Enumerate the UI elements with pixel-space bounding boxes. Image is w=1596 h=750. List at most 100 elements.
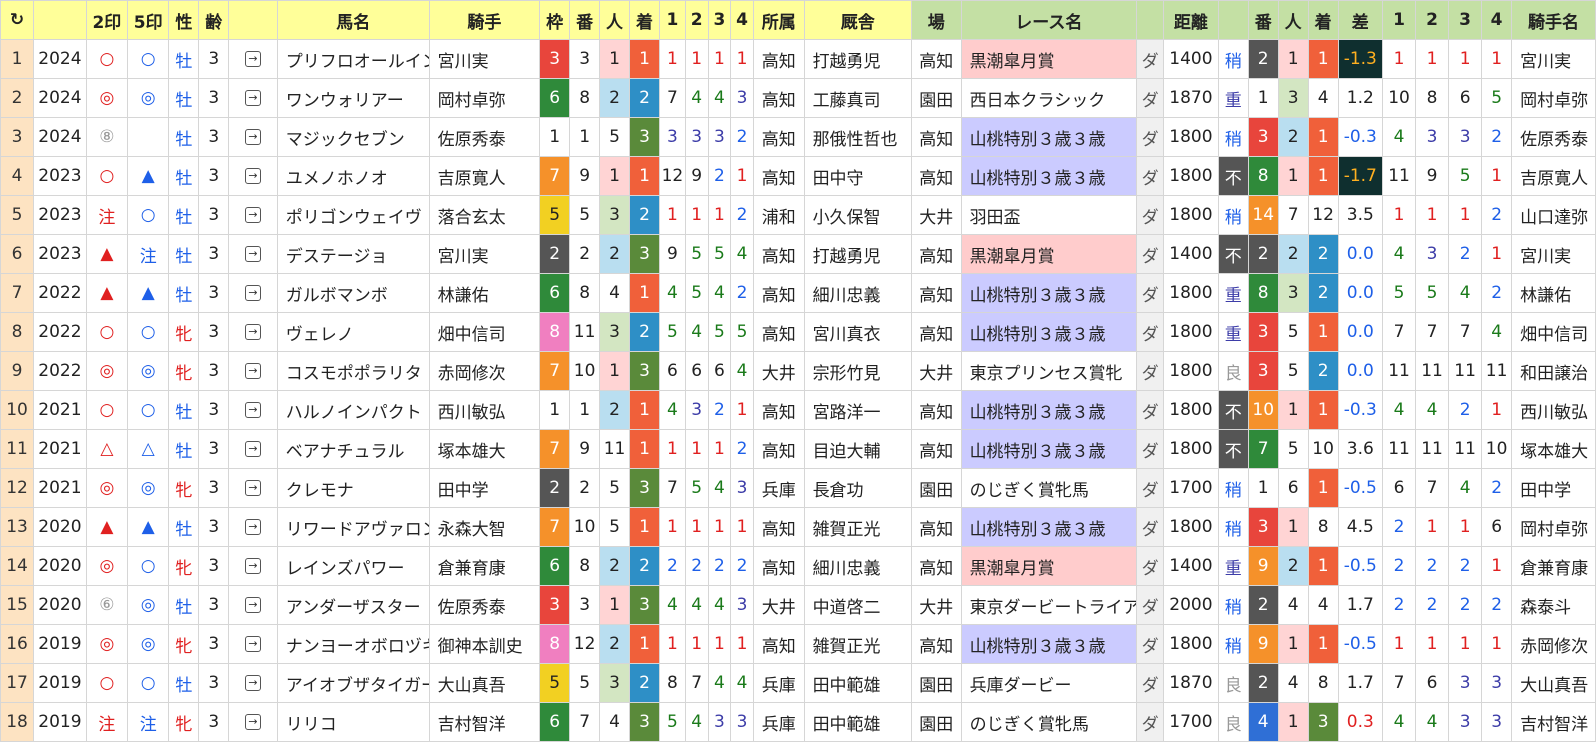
- table-row[interactable]: 2 2024 ◎ ◎ 牡 3 → ワンウォリアー 岡村卓弥 6 8 2 2 7 4 4 3 高知 工藤真司 園田 西日本…: [0, 78, 1596, 118]
- race-name-cell[interactable]: 東京プリンセス賞牝: [960, 351, 1138, 391]
- race-name-cell[interactable]: のじぎく賞牝馬: [960, 702, 1138, 742]
- external-link-icon[interactable]: →: [245, 207, 262, 223]
- link-cell[interactable]: →: [228, 624, 278, 664]
- popularity-cell: 1: [599, 39, 631, 79]
- horse-name-cell[interactable]: コスモポポラリタ: [276, 351, 430, 391]
- race-name-cell[interactable]: 山桃特別３歳３歳: [960, 156, 1138, 196]
- table-row[interactable]: 14 2020 ◎ ○ 牝 3 → レインズパワー 倉兼育康 6 8 2 2 2 2 2 2 高知 細川忠義 高知 黒潮…: [0, 546, 1596, 586]
- external-link-icon[interactable]: →: [245, 90, 262, 106]
- external-link-icon[interactable]: →: [245, 519, 262, 535]
- horse-name-cell[interactable]: マジックセブン: [276, 117, 430, 157]
- affiliation-cell: 兵庫: [752, 468, 805, 508]
- external-link-icon[interactable]: →: [245, 675, 262, 691]
- horse-name-cell[interactable]: ポリゴンウェイヴ: [276, 195, 430, 235]
- race-name-cell[interactable]: 黒潮皐月賞: [960, 39, 1138, 79]
- race-name-cell[interactable]: 山桃特別３歳３歳: [960, 624, 1138, 664]
- table-row[interactable]: 9 2022 ◎ ◎ 牝 3 → コスモポポラリタ 赤岡修次 7 10 1 3 6 6 6 4 大井 宗形竹見 大井東…: [0, 351, 1596, 391]
- external-link-icon[interactable]: →: [245, 285, 262, 301]
- going-cell: 稍: [1217, 468, 1249, 508]
- table-row[interactable]: 16 2019 ◎ ◎ 牝 3 → ナンヨーオボロヅキ 御神本訓史 8 12 2 1 1 1 1 1 高知 雑賀正光…: [0, 624, 1596, 664]
- external-link-icon[interactable]: →: [245, 129, 262, 145]
- table-row[interactable]: 4 2023 ○ ▲ 牡 3 → ユメノホノオ 吉原寛人 7 9 1 1 12 9 2 1 高知 田中守 高知 山桃特別…: [0, 156, 1596, 196]
- horse-name-cell[interactable]: ヴェレノ: [276, 312, 430, 352]
- horse-name-cell[interactable]: ベアナチュラル: [276, 429, 430, 469]
- link-cell[interactable]: →: [228, 39, 278, 79]
- external-link-icon[interactable]: →: [245, 480, 262, 496]
- horse-name-cell[interactable]: アンダーザスター: [276, 585, 430, 625]
- race-name-cell[interactable]: 羽田盃: [960, 195, 1138, 235]
- external-link-icon[interactable]: →: [245, 402, 262, 418]
- horse-name-cell[interactable]: ユメノホノオ: [276, 156, 430, 196]
- corner1-cell: 1: [658, 39, 686, 79]
- table-row[interactable]: 5 2023 注 ○ 牡 3 → ポリゴンウェイヴ 落合玄太 5 5 3 2 1 1 1 2 浦和 小久保智 大井 羽田…: [0, 195, 1596, 235]
- link-cell[interactable]: →: [228, 312, 278, 352]
- table-row[interactable]: 8 2022 ○ ○ 牝 3 → ヴェレノ 畑中信司 8 11 3 2 5 4 5 5 高知 宮川真衣 高知 山桃特別３…: [0, 312, 1596, 352]
- horse-name-cell[interactable]: ガルボマンボ: [276, 273, 430, 313]
- race-name-cell[interactable]: 山桃特別３歳３歳: [960, 507, 1138, 547]
- link-cell[interactable]: →: [228, 78, 278, 118]
- horse-name-cell[interactable]: レインズパワー: [276, 546, 430, 586]
- table-row[interactable]: 15 2020 ⑥ ◎ 牡 3 → アンダーザスター 佐原秀泰 3 3 1 3 4 4 4 3 大井 中道啓二 大井東…: [0, 585, 1596, 625]
- race-name-cell[interactable]: 山桃特別３歳３歳: [960, 390, 1138, 430]
- link-cell[interactable]: →: [228, 546, 278, 586]
- external-link-icon[interactable]: →: [245, 363, 262, 379]
- horse-name-cell[interactable]: デステージョ: [276, 234, 430, 274]
- link-cell[interactable]: →: [228, 156, 278, 196]
- race-name-cell[interactable]: のじぎく賞牝馬: [960, 468, 1138, 508]
- horse-name-cell[interactable]: ワンウォリアー: [276, 78, 430, 118]
- link-cell[interactable]: →: [228, 390, 278, 430]
- link-cell[interactable]: →: [228, 507, 278, 547]
- race-name-cell[interactable]: 黒潮皐月賞: [960, 546, 1138, 586]
- table-row[interactable]: 3 2024 ⑧ 牡 3 → マジックセブン 佐原秀泰 1 1 5 3 3 3 3 2 高知 那俄性哲也 高知 山桃特…: [0, 117, 1596, 157]
- prev-corner3-cell: 11: [1448, 429, 1483, 469]
- link-cell[interactable]: →: [228, 663, 278, 703]
- race-name-cell[interactable]: 兵庫ダービー: [960, 663, 1138, 703]
- reload-icon[interactable]: ↻: [0, 0, 35, 40]
- external-link-icon[interactable]: →: [245, 246, 262, 262]
- external-link-icon[interactable]: →: [245, 324, 262, 340]
- horse-name-cell[interactable]: クレモナ: [276, 468, 430, 508]
- link-cell[interactable]: →: [228, 195, 278, 235]
- horse-name-cell[interactable]: リリコ: [276, 702, 430, 742]
- external-link-icon[interactable]: →: [245, 441, 262, 457]
- link-cell[interactable]: →: [228, 117, 278, 157]
- link-cell[interactable]: →: [228, 702, 278, 742]
- prev-corner3-cell: 2: [1448, 234, 1483, 274]
- link-cell[interactable]: →: [228, 585, 278, 625]
- table-row[interactable]: 17 2019 ○ ○ 牡 3 → アイオブザタイガー 大山真吾 5 5 3 2 8 7 4 4 兵庫 田中範雄 園田…: [0, 663, 1596, 703]
- link-cell[interactable]: →: [228, 273, 278, 313]
- link-cell[interactable]: →: [228, 234, 278, 274]
- external-link-icon[interactable]: →: [245, 51, 262, 67]
- horse-name-cell[interactable]: アイオブザタイガー: [276, 663, 430, 703]
- link-cell[interactable]: →: [228, 468, 278, 508]
- race-name-cell[interactable]: 西日本クラシック: [960, 78, 1138, 118]
- external-link-icon[interactable]: →: [245, 168, 262, 184]
- race-name-cell[interactable]: 山桃特別３歳３歳: [960, 429, 1138, 469]
- link-cell[interactable]: →: [228, 429, 278, 469]
- race-name-cell[interactable]: 山桃特別３歳３歳: [960, 273, 1138, 313]
- horse-name-cell[interactable]: ハルノインパクト: [276, 390, 430, 430]
- table-row[interactable]: 12 2021 ◎ ◎ 牝 3 → クレモナ 田中学 2 2 5 3 7 5 4 3 兵庫 長倉功 園田 のじぎく賞牝馬…: [0, 468, 1596, 508]
- race-name-cell[interactable]: 山桃特別３歳３歳: [960, 312, 1138, 352]
- horse-name-cell[interactable]: プリフロオールイン: [276, 39, 430, 79]
- table-row[interactable]: 18 2019 注注牝 3 → リリコ 吉村智洋 6 7 4 3 5 4 3 3 兵庫 田中範雄 園田 のじぎく賞牝…: [0, 702, 1596, 742]
- table-row[interactable]: 6 2023 ▲ 注牡 3 → デステージョ 宮川実 2 2 2 3 9 5 5 4 高知 打越勇児 高知 黒潮皐月賞…: [0, 234, 1596, 274]
- race-name-cell[interactable]: 黒潮皐月賞: [960, 234, 1138, 274]
- horse-name-cell[interactable]: リワードアヴァロン: [276, 507, 430, 547]
- table-row[interactable]: 1 2024 ○ ○ 牡 3 → プリフロオールイン 宮川実 3 3 1 1 1 1 1 1 高知 打越勇児 高知 黒潮…: [0, 39, 1596, 79]
- table-row[interactable]: 11 2021 △ △ 牡 3 → ベアナチュラル 塚本雄大 7 9 11 1 1 1 1 2 高知 目迫大輔 高知山…: [0, 429, 1596, 469]
- horse-name-cell[interactable]: ナンヨーオボロヅキ: [276, 624, 430, 664]
- table-row[interactable]: 10 2021 ○ ○ 牡 3 → ハルノインパクト 西川敏弘 1 1 2 1 4 3 2 1 高知 宮路洋一 高知山…: [0, 390, 1596, 430]
- corner3-cell: 2: [707, 546, 732, 586]
- race-name-cell[interactable]: 山桃特別３歳３歳: [960, 117, 1138, 157]
- race-name-cell[interactable]: 東京ダービートライア: [960, 585, 1138, 625]
- table-row[interactable]: 13 2020 ▲ ▲ 牡 3 → リワードアヴァロン 永森大智 7 10 5 1 1 1 1 1 高知 雑賀正光高…: [0, 507, 1596, 547]
- link-cell[interactable]: →: [228, 351, 278, 391]
- external-link-icon[interactable]: →: [245, 636, 262, 652]
- external-link-icon[interactable]: →: [245, 558, 262, 574]
- table-row[interactable]: 7 2022 ▲ ▲ 牡 3 → ガルボマンボ 林謙佑 6 8 4 1 4 5 4 2 高知 細川忠義 高知 山桃特別３…: [0, 273, 1596, 313]
- external-link-icon[interactable]: →: [245, 597, 262, 613]
- external-link-icon[interactable]: →: [245, 714, 262, 730]
- prev-number-badge: 2: [1247, 234, 1279, 274]
- corner4-cell: 3: [730, 468, 754, 508]
